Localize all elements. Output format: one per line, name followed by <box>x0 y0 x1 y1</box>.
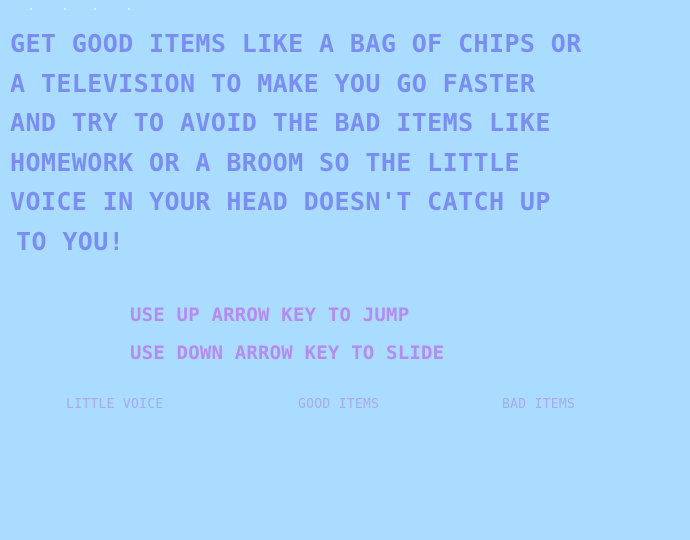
jump-control-text: USE UP ARROW KEY TO JUMP <box>130 304 410 326</box>
legend-good-items: GOOD ITEMS <box>298 397 380 412</box>
instructions-line: GET GOOD ITEMS LIKE A BAG OF CHIPS OR <box>10 29 582 58</box>
decorative-dots <box>30 8 150 12</box>
instructions-line: TO YOU! <box>16 226 125 256</box>
instructions-line: VOICE IN YOUR HEAD DOESN'T CATCH UP <box>10 187 551 216</box>
legend-little-voice: LITTLE VOICE <box>66 397 164 412</box>
instructions-line: A TELEVISION TO MAKE YOU GO FASTER <box>10 68 536 98</box>
item-legend: LITTLE VOICE GOOD ITEMS BAD ITEMS <box>0 397 690 417</box>
controls-help: USE UP ARROW KEY TO JUMP USE DOWN ARROW … <box>130 296 444 372</box>
slide-control-text: USE DOWN ARROW KEY TO SLIDE <box>130 342 445 364</box>
legend-bad-items: BAD ITEMS <box>502 397 576 412</box>
game-instructions-screen: GET GOOD ITEMS LIKE A BAG OF CHIPS OR A … <box>0 0 690 540</box>
instructions-line: HOMEWORK OR A BROOM SO THE LITTLE <box>10 147 520 177</box>
instructions-text: GET GOOD ITEMS LIKE A BAG OF CHIPS OR A … <box>10 24 680 261</box>
instructions-line: AND TRY TO AVOID THE BAD ITEMS LIKE <box>10 108 551 137</box>
